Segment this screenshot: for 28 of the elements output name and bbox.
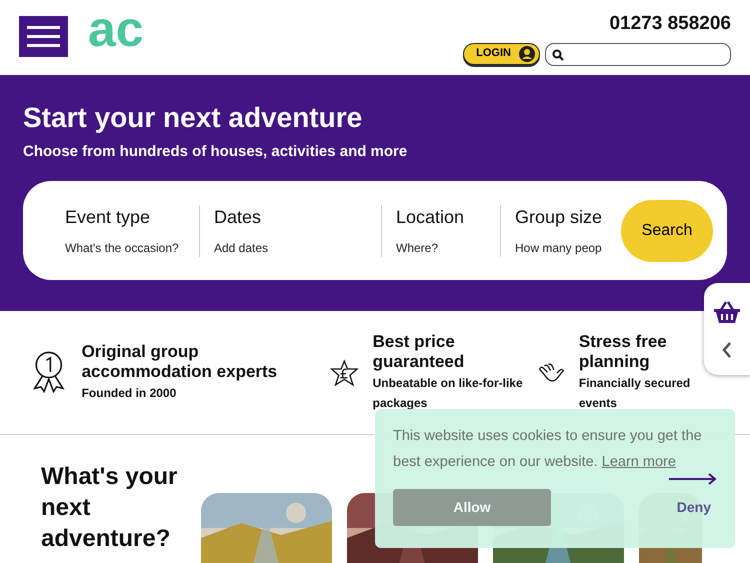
field-label: Event type xyxy=(65,206,152,230)
deny-button[interactable]: Deny xyxy=(670,496,717,519)
chevron-left-icon xyxy=(722,342,732,358)
field-label: Location xyxy=(396,206,466,230)
basket-icon xyxy=(713,300,741,324)
hero-subtitle: Choose from hundreds of houses, activities and more xyxy=(23,142,408,162)
cookie-message: This website uses cookies to ensure you get the best experience on our website. Learn more xyxy=(393,427,703,472)
search-icon xyxy=(552,48,564,60)
feature-title: Original group accommodation experts xyxy=(82,342,278,383)
hero-title: Start your next adventure xyxy=(23,101,364,135)
feature-text: Unbeatable on like-for-like packages xyxy=(372,374,524,412)
login-button[interactable]: LOGIN xyxy=(463,42,540,64)
phone-number: 01273 858206 xyxy=(609,12,731,36)
menu-button[interactable] xyxy=(19,16,68,57)
user-icon xyxy=(519,46,535,62)
field-label: Dates xyxy=(214,206,262,230)
field-label: Group size xyxy=(515,206,604,230)
section-title: What's your next adventure? xyxy=(41,462,178,554)
allow-button[interactable]: Allow xyxy=(393,489,551,526)
learn-more-link[interactable]: Learn more xyxy=(602,454,676,470)
feature-text: Financially secured events xyxy=(578,374,692,412)
side-tab[interactable] xyxy=(704,283,750,375)
feature-text: Founded in 2000 xyxy=(82,384,178,402)
search-field[interactable] xyxy=(545,43,731,66)
arrow-right-icon xyxy=(669,473,717,485)
feature-title: Best price guaranteed xyxy=(372,332,466,372)
search-button[interactable]: Search xyxy=(621,200,713,262)
feature-title: Stress free planning xyxy=(578,332,668,372)
